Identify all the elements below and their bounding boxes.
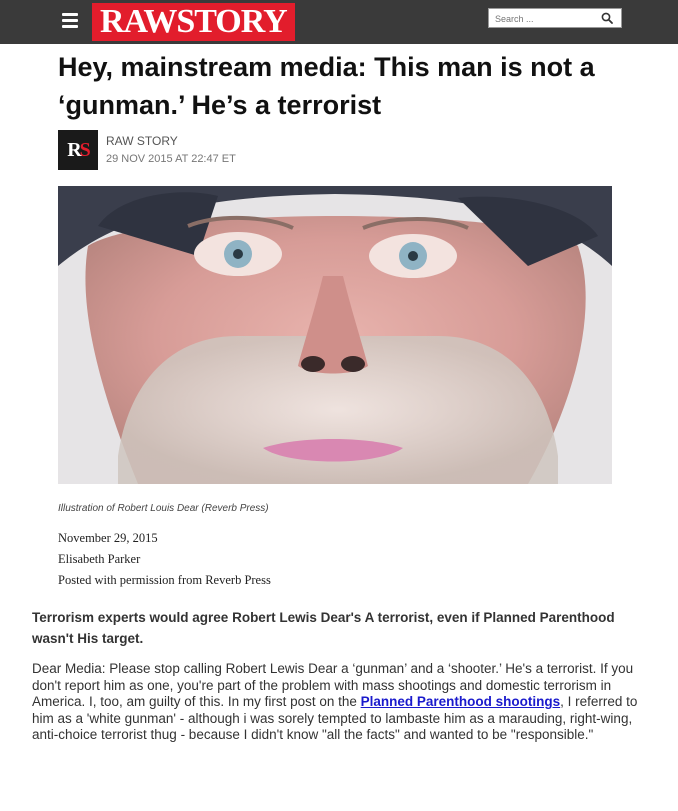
image-caption: Illustration of Robert Louis Dear (Rever… <box>58 503 269 514</box>
author-name[interactable]: RAW STORY <box>106 134 178 148</box>
article-body-paragraph: Dear Media: Please stop calling Robert L… <box>32 661 652 744</box>
search-box <box>488 8 622 28</box>
publish-date: 29 NOV 2015 AT 22:47 ET <box>106 153 236 165</box>
top-navigation-bar: RAWSTORY <box>0 0 678 44</box>
meta-author: Elisabeth Parker <box>58 552 141 566</box>
search-icon[interactable] <box>601 12 613 24</box>
menu-icon[interactable] <box>62 13 78 29</box>
article-lead: Terrorism experts would agree Robert Lew… <box>32 610 615 646</box>
rawstory-logo[interactable]: RAWSTORY <box>92 3 295 41</box>
meta-date: November 29, 2015 <box>58 531 158 545</box>
article-hero-image <box>58 186 612 484</box>
planned-parenthood-link[interactable]: Planned Parenthood shootings <box>361 694 561 709</box>
portrait-illustration <box>58 186 612 484</box>
author-avatar[interactable]: RS <box>58 130 98 170</box>
meta-permission: Posted with permission from Reverb Press <box>58 573 271 587</box>
search-input[interactable] <box>489 10 595 28</box>
article-headline: Hey, mainstream media: This man is not a… <box>58 52 595 120</box>
